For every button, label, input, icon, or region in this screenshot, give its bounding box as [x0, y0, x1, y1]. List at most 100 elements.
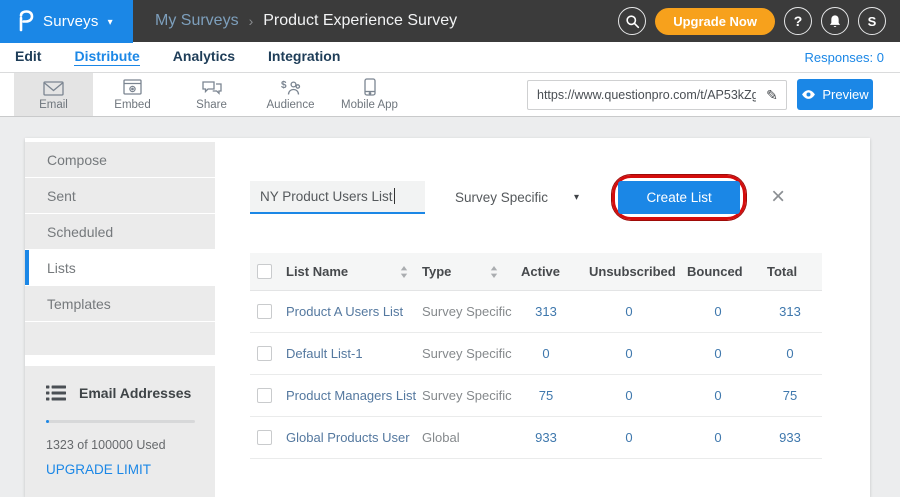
sidebar-item-sent[interactable]: Sent	[25, 178, 215, 213]
row-checkbox[interactable]	[257, 304, 272, 319]
column-unsubscribed: Unsubscribed	[580, 264, 678, 279]
list-type-select[interactable]: Survey Specific ▾	[455, 190, 579, 205]
toolbar-item-share[interactable]: Share	[172, 73, 251, 116]
column-total: Total	[758, 264, 822, 279]
lists-table: List Name Type Active Unsubscribed Bounc…	[250, 253, 822, 459]
row-checkbox[interactable]	[257, 430, 272, 445]
survey-url-input[interactable]	[528, 88, 758, 102]
email-icon	[43, 78, 64, 96]
column-type[interactable]: Type	[422, 264, 512, 279]
active-count[interactable]: 313	[512, 304, 580, 319]
red-highlight-annotation: Create List	[612, 175, 746, 220]
toolbar-item-label: Share	[196, 99, 227, 111]
toolbar-item-embed[interactable]: Embed	[93, 73, 172, 116]
list-type-selected: Survey Specific	[455, 190, 548, 205]
tab-integration[interactable]: Integration	[268, 48, 340, 66]
breadcrumb-current-survey: Product Experience Survey	[263, 12, 457, 30]
bounced-count[interactable]: 0	[678, 346, 758, 361]
table-header-row: List Name Type Active Unsubscribed Bounc…	[250, 253, 822, 291]
list-name-link[interactable]: Product Managers List	[286, 388, 422, 403]
tab-edit[interactable]: Edit	[15, 48, 41, 66]
select-all-checkbox[interactable]	[257, 264, 272, 279]
preview-label: Preview	[822, 87, 868, 102]
sidebar-item-compose[interactable]: Compose	[25, 142, 215, 177]
create-list-button[interactable]: Create List	[618, 181, 740, 214]
email-addresses-title: Email Addresses	[79, 385, 191, 401]
email-usage-text: 1323 of 100000 Used	[46, 438, 195, 452]
edit-url-button[interactable]: ✎	[758, 81, 786, 109]
sidebar-item-templates[interactable]: Templates	[25, 286, 215, 321]
toolbar-item-mobile-app[interactable]: Mobile App	[330, 73, 409, 116]
address-list-icon	[46, 385, 66, 401]
toolbar-item-email[interactable]: Email	[14, 73, 93, 116]
list-name-link[interactable]: Default List-1	[286, 346, 422, 361]
table-row: Product A Users List Survey Specific 313…	[250, 291, 822, 333]
preview-button[interactable]: Preview	[797, 79, 873, 110]
email-addresses-panel: Email Addresses 1323 of 100000 Used UPGR…	[25, 366, 215, 497]
upgrade-limit-link[interactable]: UPGRADE LIMIT	[46, 462, 195, 477]
active-count[interactable]: 75	[512, 388, 580, 403]
upgrade-now-button[interactable]: Upgrade Now	[655, 8, 775, 35]
account-avatar[interactable]: S	[858, 7, 886, 35]
responses-count-link[interactable]: Responses: 0	[805, 50, 885, 65]
sidebar-item-scheduled[interactable]: Scheduled	[25, 214, 215, 249]
top-bar-actions: Upgrade Now ? S	[618, 7, 900, 35]
toolbar-item-label: Mobile App	[341, 99, 398, 111]
list-name-input[interactable]: NY Product Users List	[250, 181, 425, 214]
total-count[interactable]: 313	[758, 304, 822, 319]
breadcrumb-separator: ›	[249, 13, 254, 29]
embed-icon	[123, 78, 142, 96]
active-count[interactable]: 933	[512, 430, 580, 445]
lists-panel: NY Product Users List Survey Specific ▾ …	[215, 138, 870, 497]
questionpro-logo-icon	[17, 10, 34, 32]
top-bar: Surveys ▾ My Surveys › Product Experienc…	[0, 0, 900, 42]
bounced-count[interactable]: 0	[678, 304, 758, 319]
breadcrumb: My Surveys › Product Experience Survey	[155, 12, 457, 30]
email-usage-progressbar	[46, 420, 195, 423]
survey-url-box: ✎	[527, 80, 787, 110]
active-count[interactable]: 0	[512, 346, 580, 361]
question-mark-icon: ?	[794, 13, 803, 29]
unsubscribed-count[interactable]: 0	[580, 388, 678, 403]
unsubscribed-count[interactable]: 0	[580, 304, 678, 319]
list-name-value: NY Product Users List	[260, 189, 393, 204]
sort-icon[interactable]	[490, 266, 498, 278]
share-icon	[202, 78, 222, 96]
breadcrumb-my-surveys[interactable]: My Surveys	[155, 12, 239, 30]
unsubscribed-count[interactable]: 0	[580, 430, 678, 445]
column-list-name[interactable]: List Name	[286, 264, 422, 279]
list-name-link[interactable]: Product A Users List	[286, 304, 422, 319]
search-button[interactable]	[618, 7, 646, 35]
sidebar-item-lists[interactable]: Lists	[25, 250, 215, 285]
help-button[interactable]: ?	[784, 7, 812, 35]
total-count[interactable]: 75	[758, 388, 822, 403]
bounced-count[interactable]: 0	[678, 388, 758, 403]
sidebar-spacer	[25, 322, 215, 355]
sort-icon[interactable]	[400, 266, 408, 278]
unsubscribed-count[interactable]: 0	[580, 346, 678, 361]
total-count[interactable]: 0	[758, 346, 822, 361]
email-sidebar: Compose Sent Scheduled Lists Templates E…	[25, 138, 215, 497]
tab-distribute[interactable]: Distribute	[74, 48, 139, 66]
create-list-form: NY Product Users List Survey Specific ▾ …	[250, 180, 822, 214]
total-count[interactable]: 933	[758, 430, 822, 445]
distribute-toolbar: Email Embed Share $ Audience	[0, 73, 900, 117]
column-bounced: Bounced	[678, 264, 758, 279]
row-checkbox[interactable]	[257, 388, 272, 403]
close-form-button[interactable]: ×	[771, 185, 785, 209]
list-name-link[interactable]: Global Products User	[286, 430, 422, 445]
list-type: Global	[422, 430, 512, 445]
chevron-down-icon: ▾	[108, 17, 113, 28]
toolbar-item-label: Email	[39, 99, 68, 111]
bell-icon	[828, 14, 842, 29]
eye-icon	[801, 89, 816, 100]
audience-icon: $	[280, 78, 301, 96]
tab-analytics[interactable]: Analytics	[173, 48, 235, 66]
row-checkbox[interactable]	[257, 346, 272, 361]
pencil-icon: ✎	[766, 87, 778, 103]
toolbar-item-label: Embed	[114, 99, 150, 111]
surveys-app-menu[interactable]: Surveys ▾	[0, 0, 133, 43]
notifications-button[interactable]	[821, 7, 849, 35]
bounced-count[interactable]: 0	[678, 430, 758, 445]
toolbar-item-audience[interactable]: $ Audience	[251, 73, 330, 116]
